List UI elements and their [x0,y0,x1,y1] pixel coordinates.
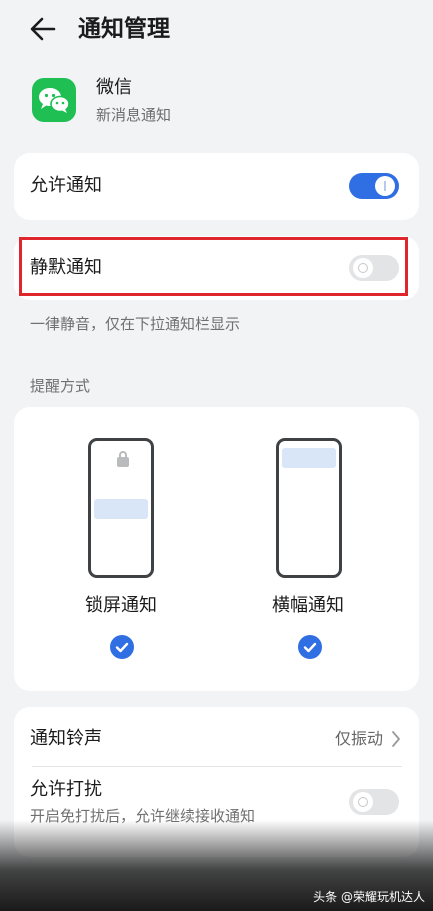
reminder-mode-card: 锁屏通知 横幅通知 [14,407,419,691]
divider [32,766,402,767]
app-subtitle: 新消息通知 [96,106,172,124]
silent-notifications-hint: 一律静音，仅在下拉通知栏显示 [30,315,241,333]
allow-notifications-card: 允许通知 [14,153,419,220]
wechat-app-icon [32,78,76,122]
toggle-knob [353,792,373,812]
banner-check-icon[interactable] [298,635,322,659]
lock-screen-check-icon[interactable] [110,635,134,659]
lock-screen-option-label: 锁屏通知 [85,595,157,616]
allow-notifications-label: 允许通知 [30,175,102,196]
reminder-section-label: 提醒方式 [30,377,91,395]
chevron-right-icon [391,730,401,752]
lockscreen-notification-bar [94,499,148,519]
banner-option-label: 横幅通知 [272,595,344,616]
banner-phone-illustration[interactable] [276,438,342,578]
app-name: 微信 [96,77,132,98]
ringtone-row[interactable]: 通知铃声 [30,727,102,751]
back-arrow-icon[interactable] [28,14,60,44]
banner-notification-bar [282,448,336,468]
allow-notifications-toggle[interactable] [349,173,399,199]
top-bar: 通知管理 [0,0,433,58]
lock-screen-phone-illustration[interactable] [88,438,154,578]
dnd-toggle[interactable] [349,789,399,815]
ringtone-value[interactable]: 仅振动 [335,729,383,749]
toggle-knob [375,176,395,196]
dnd-label: 允许打扰 [30,779,102,800]
lock-icon [117,451,129,467]
watermark: 头条 @荣耀玩机达人 [313,890,425,904]
highlight-box [19,237,408,296]
page-title: 通知管理 [78,16,170,42]
